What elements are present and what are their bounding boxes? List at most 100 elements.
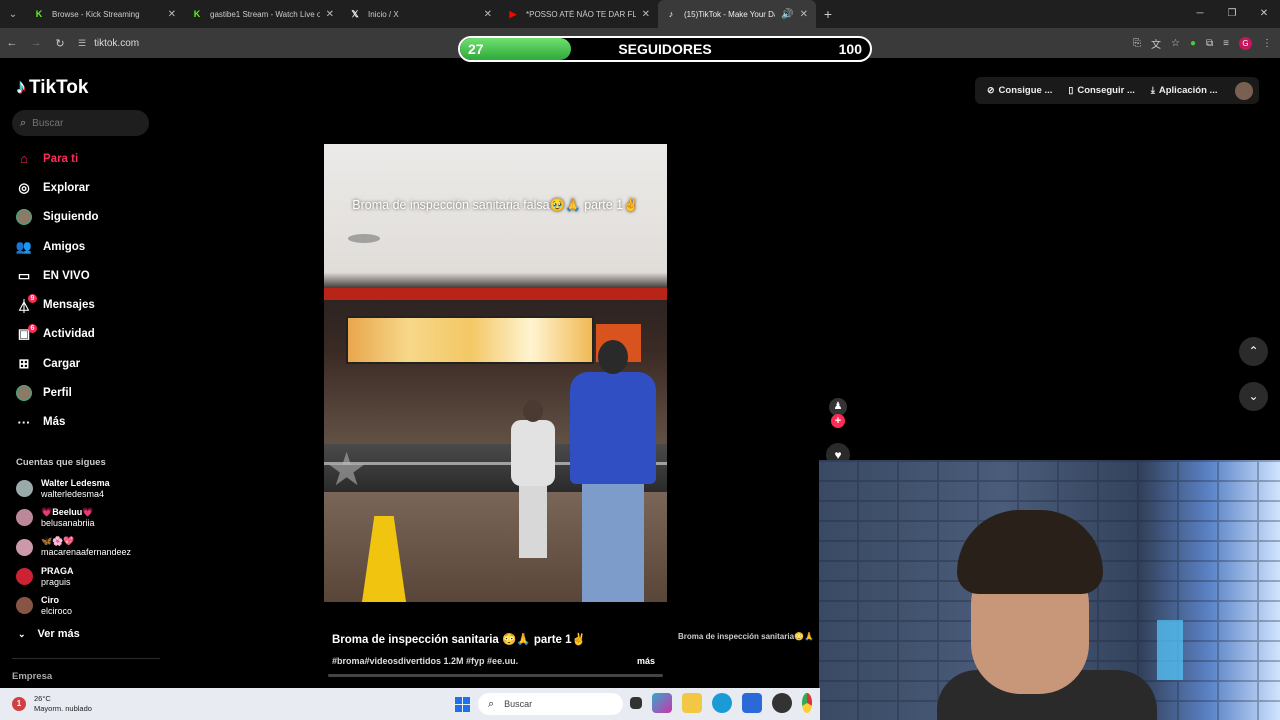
obs-icon[interactable] bbox=[772, 693, 792, 713]
more-button[interactable]: más bbox=[637, 656, 655, 666]
browser-menu-icon[interactable]: ⋮ bbox=[1262, 38, 1272, 49]
maximize-button[interactable]: ❐ bbox=[1216, 0, 1248, 28]
following-account[interactable]: Walter Ledesma walterledesma4 bbox=[16, 474, 131, 503]
task-view-icon[interactable] bbox=[630, 697, 642, 709]
back-button[interactable]: ← bbox=[0, 37, 24, 49]
follower-goal-overlay: 27 SEGUIDORES 100 bbox=[458, 36, 872, 62]
extensions-puzzle-icon[interactable]: ⧉ bbox=[1206, 38, 1213, 49]
browser-tab[interactable]: ♪ (15)TikTok - Make Your Day 🔊 ✕ bbox=[658, 0, 816, 28]
site-info-icon[interactable]: ☰ bbox=[78, 38, 86, 49]
previous-video-button[interactable]: ⌃ bbox=[1239, 337, 1268, 366]
install-icon[interactable]: ⎘ bbox=[1133, 38, 1141, 49]
following-account[interactable]: 🦋🌸💖 macarenaafernandeez bbox=[16, 533, 131, 562]
reload-button[interactable]: ↻ bbox=[48, 37, 72, 50]
profile-avatar[interactable]: G bbox=[1239, 36, 1252, 50]
edge-icon[interactable] bbox=[712, 693, 732, 713]
sidebar-item-para-ti[interactable]: ⌂ Para ti bbox=[16, 144, 99, 173]
url-field[interactable]: ☰ tiktok.com bbox=[78, 38, 139, 49]
store-icon[interactable] bbox=[742, 693, 762, 713]
taskbar-search-label: Buscar bbox=[504, 699, 533, 709]
sidebar-item-label: Mensajes bbox=[43, 299, 95, 312]
search-box[interactable]: ⌕ bbox=[12, 110, 149, 136]
account-name: Ciro bbox=[41, 594, 59, 605]
tab-close-icon[interactable]: ✕ bbox=[168, 9, 176, 20]
search-input[interactable] bbox=[32, 117, 133, 129]
notification-badge: 9 bbox=[28, 294, 37, 304]
following-list: Walter Ledesma walterledesma4 💗Beeluu💗 belu… bbox=[16, 474, 131, 620]
media-control-icon[interactable]: ≡ bbox=[1223, 38, 1229, 49]
sidebar-item-label: Para ti bbox=[43, 152, 79, 165]
video-player[interactable]: ★ Broma de inspección sanitaria falsa🥹🙏 … bbox=[324, 144, 667, 602]
tab-close-icon[interactable]: ✕ bbox=[642, 9, 650, 20]
weather-widget[interactable]: 1 26°C Mayorm. nublado bbox=[12, 694, 92, 714]
next-video-button[interactable]: ⌄ bbox=[1239, 382, 1268, 411]
taskbar-search[interactable]: ⌕ Buscar bbox=[478, 693, 623, 715]
person-child bbox=[508, 400, 558, 558]
ceiling-lamp bbox=[348, 234, 380, 243]
bookmark-star-icon[interactable]: ☆ bbox=[1171, 38, 1180, 49]
sidebar-item-mensajes[interactable]: ⏃ 9 Mensajes bbox=[16, 290, 99, 319]
sidebar-divider bbox=[12, 658, 160, 659]
close-window-button[interactable]: ✕ bbox=[1248, 0, 1280, 28]
header-actions: ⊘ Consigue ... ▯ Conseguir ... ⤓ Aplicación .… bbox=[975, 77, 1260, 104]
tiktok-logo[interactable]: ♪ TikTok bbox=[16, 76, 88, 99]
avatar bbox=[16, 480, 33, 498]
following-account[interactable]: 💗Beeluu💗 belusanabriia bbox=[16, 503, 131, 532]
extension-icon[interactable]: ● bbox=[1190, 38, 1196, 49]
sidebar-item-siguiendo[interactable]: Siguiendo bbox=[16, 203, 99, 232]
account-handle: macarenaafernandeez bbox=[41, 547, 132, 558]
minimize-button[interactable]: ─ bbox=[1184, 0, 1216, 28]
windows-start-icon[interactable] bbox=[455, 697, 470, 712]
avatar bbox=[16, 509, 33, 527]
follower-goal-target: 100 bbox=[838, 41, 862, 57]
chrome-icon[interactable] bbox=[802, 693, 812, 713]
header-action-button[interactable]: ⊘ Consigue ... bbox=[981, 85, 1058, 96]
next-video-title: Broma de inspección sanitaria😳🙏 bbox=[678, 632, 814, 641]
browser-tab[interactable]: 𝕏 Inicio / X ✕ bbox=[342, 0, 500, 28]
tab-favicon-icon: ▶ bbox=[509, 8, 517, 19]
browser-tab[interactable]: K Browse - Kick Streaming ✕ bbox=[26, 0, 184, 28]
upload-icon: ⊞ bbox=[18, 355, 30, 371]
account-name: PRAGA bbox=[41, 565, 74, 576]
download-icon: ⤓ bbox=[1150, 85, 1155, 95]
taskbar-apps bbox=[630, 693, 812, 713]
footer-link-empresa[interactable]: Empresa bbox=[12, 671, 52, 682]
following-account[interactable]: PRAGA praguis bbox=[16, 562, 131, 591]
browser-tab-bar: ⌄ K Browse - Kick Streaming ✕ Kgastibe1 Str… bbox=[0, 0, 1280, 28]
video-hashtags[interactable]: #broma#videosdivertidos 1.2M #fyp #ee.uu… bbox=[332, 656, 518, 666]
video-progress-bar[interactable] bbox=[328, 674, 663, 677]
browser-tab[interactable]: Kgastibe1 Stream - Watch Live o ✕ bbox=[184, 0, 342, 28]
sidebar-item-label: Cargar bbox=[43, 357, 81, 370]
account-handle: praguis bbox=[41, 576, 71, 587]
tab-close-icon[interactable]: ✕ bbox=[484, 9, 492, 20]
weather-desc: Mayorm. nublado bbox=[34, 704, 92, 713]
sidebar-item-más[interactable]: ··· Más bbox=[16, 408, 99, 437]
file-explorer-icon[interactable] bbox=[682, 693, 702, 713]
tab-close-icon[interactable]: ✕ bbox=[800, 9, 808, 20]
following-section-title: Cuentas que sigues bbox=[16, 457, 106, 468]
tab-close-icon[interactable]: ✕ bbox=[326, 9, 334, 20]
see-more-button[interactable]: ⌄ Ver más bbox=[18, 628, 80, 640]
forward-button[interactable]: → bbox=[24, 37, 48, 49]
new-tab-button[interactable]: + bbox=[816, 6, 840, 22]
avatar bbox=[16, 385, 32, 402]
tab-title: (15)TikTok - Make Your Day bbox=[684, 9, 776, 19]
sidebar-item-actividad[interactable]: ▣ 6 Actividad bbox=[16, 320, 99, 349]
sidebar-item-perfil[interactable]: Perfil bbox=[16, 378, 99, 407]
follow-plus-button[interactable]: + bbox=[831, 414, 845, 428]
following-account[interactable]: Ciro elciroco bbox=[16, 591, 131, 620]
weather-temp: 26°C bbox=[34, 694, 51, 703]
sidebar-item-cargar[interactable]: ⊞ Cargar bbox=[16, 349, 99, 378]
sidebar-item-amigos[interactable]: 👥 Amigos bbox=[16, 232, 99, 261]
user-avatar[interactable] bbox=[1235, 81, 1254, 100]
tab-title: gastibe1 Stream - Watch Live o bbox=[210, 9, 320, 19]
copilot-icon[interactable] bbox=[652, 693, 672, 713]
sidebar-item-explorar[interactable]: ◎ Explorar bbox=[16, 173, 99, 202]
translate-icon[interactable]: 文 bbox=[1151, 36, 1161, 51]
tab-audio-icon[interactable]: 🔊 bbox=[781, 9, 793, 20]
tab-search-button[interactable]: ⌄ bbox=[0, 0, 26, 28]
header-action-button[interactable]: ⤓ Aplicación ... bbox=[1145, 85, 1224, 96]
sidebar-item-en-vivo[interactable]: ▭ EN VIVO bbox=[16, 261, 99, 290]
browser-tab[interactable]: ▶ *POSSO ATÉ NÃO TE DAR FLOR ✕ bbox=[500, 0, 658, 28]
header-action-button[interactable]: ▯ Conseguir ... bbox=[1062, 85, 1141, 96]
